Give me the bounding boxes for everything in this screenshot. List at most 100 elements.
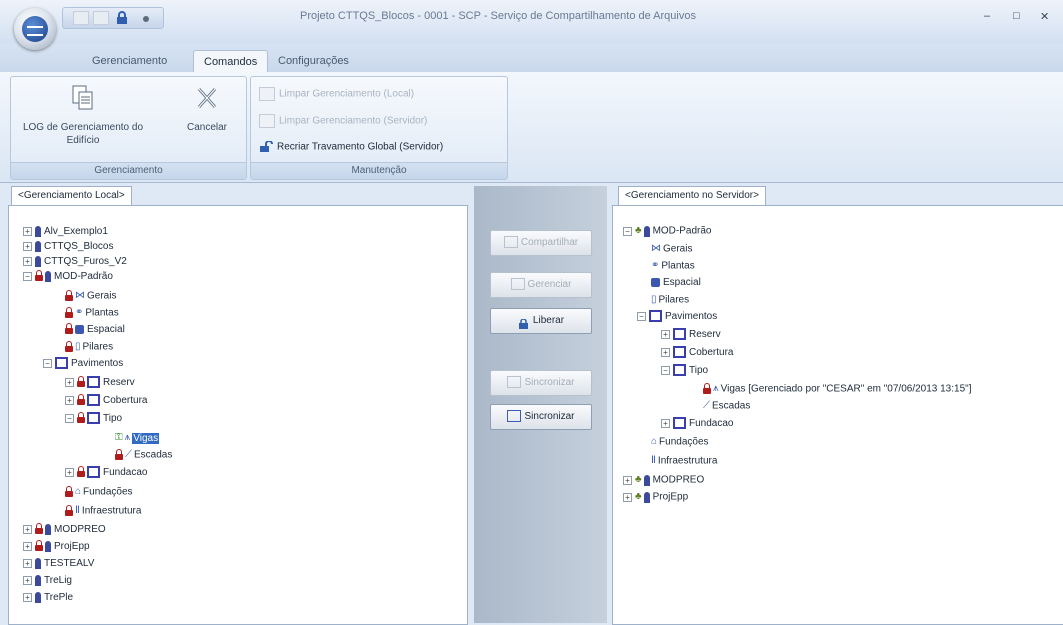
tree-item[interactable]: ⌂ Fundações bbox=[65, 485, 133, 499]
lock-icon bbox=[65, 306, 73, 318]
floor-icon bbox=[87, 394, 100, 407]
tree-item[interactable]: Espacial bbox=[651, 276, 701, 290]
tree-item[interactable]: ▯ Pilares bbox=[651, 293, 689, 307]
project-icon bbox=[643, 474, 650, 486]
limpar-local-button[interactable]: Limpar Gerenciamento (Local) bbox=[259, 87, 414, 101]
sincronizar-disabled-button[interactable]: Sincronizar bbox=[490, 370, 592, 396]
tab-gerenciamento[interactable]: Gerenciamento bbox=[82, 50, 177, 72]
sincronizar-button[interactable]: Sincronizar bbox=[490, 404, 592, 430]
share-icon bbox=[503, 236, 518, 249]
floor-icon bbox=[673, 364, 686, 377]
pavimentos-icon bbox=[649, 310, 662, 323]
infraestrutura-icon: Ⅱ bbox=[75, 505, 80, 516]
lock-icon bbox=[65, 504, 73, 516]
lock-icon bbox=[65, 485, 73, 497]
tree-item[interactable]: − ♣ MOD-Padrão bbox=[623, 224, 711, 238]
lock-icon[interactable] bbox=[115, 11, 129, 24]
lock-icon bbox=[65, 289, 73, 301]
tree-item[interactable]: ⋈ Gerais bbox=[651, 242, 692, 256]
unlock-icon bbox=[518, 315, 530, 330]
tree-item[interactable]: ⌂ Fundações bbox=[651, 435, 709, 449]
tree-item[interactable]: + Fundacao bbox=[65, 465, 147, 480]
clear-server-icon bbox=[259, 114, 275, 128]
tree-item[interactable]: + ♣ MODPREO bbox=[623, 473, 704, 487]
tab-comandos[interactable]: Comandos bbox=[193, 50, 269, 73]
limpar-servidor-button[interactable]: Limpar Gerenciamento (Servidor) bbox=[259, 114, 427, 128]
tree-item[interactable]: + Cobertura bbox=[65, 393, 147, 408]
application-menu-button[interactable] bbox=[14, 8, 56, 50]
tab-configuracoes[interactable]: Configurações bbox=[268, 50, 359, 72]
close-button[interactable]: ✕ bbox=[1040, 10, 1049, 23]
tree-item[interactable]: − Tipo bbox=[65, 411, 122, 426]
sync-icon bbox=[507, 410, 522, 423]
server-lock-icon: ♣ bbox=[635, 491, 642, 502]
ribbon-tabs: Gerenciamento Comandos Configurações bbox=[0, 44, 1063, 73]
tree-item[interactable]: ⟋ Escadas bbox=[703, 399, 750, 413]
tree-item[interactable]: ⚭ Plantas bbox=[651, 259, 695, 273]
ribbon-panel: LOG de Gerenciamento do Edifício Cancela… bbox=[0, 72, 1063, 183]
project-icon bbox=[35, 557, 41, 569]
tree-item[interactable]: + ProjEpp bbox=[23, 539, 90, 554]
tree-item[interactable]: + TrePle bbox=[23, 591, 73, 605]
tab-gerenciamento-servidor[interactable]: <Gerenciamento no Servidor> bbox=[618, 186, 766, 205]
tree-item[interactable]: + Cobertura bbox=[661, 346, 733, 360]
tree-item[interactable]: + Reserv bbox=[65, 375, 135, 390]
tree-item[interactable]: − MOD-Padrão bbox=[23, 269, 113, 284]
tree-item[interactable]: + CTTQS_Furos_V2 bbox=[23, 255, 127, 269]
maximize-button[interactable]: □ bbox=[1013, 10, 1020, 22]
floor-icon bbox=[673, 417, 686, 430]
pilares-icon: ▯ bbox=[75, 341, 81, 352]
tree-item[interactable]: ⩚ Vigas [Gerenciado por "CESAR" em "07/06… bbox=[703, 382, 971, 396]
tree-item[interactable]: + MODPREO bbox=[23, 522, 106, 537]
liberar-button[interactable]: Liberar bbox=[490, 308, 592, 334]
project-icon bbox=[35, 255, 41, 267]
tree-item[interactable]: ⟋ Escadas bbox=[115, 448, 172, 462]
tree-item[interactable]: + TreLig bbox=[23, 574, 72, 588]
tree-item[interactable]: + TESTEALV bbox=[23, 557, 94, 571]
tree-item[interactable]: − Pavimentos bbox=[43, 357, 123, 371]
tree-item[interactable]: ⚿ ⩚ Vigas bbox=[115, 431, 160, 445]
server-lock-icon: ♣ bbox=[635, 474, 642, 485]
lock-icon bbox=[115, 448, 123, 460]
cancel-button-label: Cancelar bbox=[186, 122, 228, 133]
fundacoes-icon: ⌂ bbox=[651, 436, 658, 447]
tree-item[interactable]: + Reserv bbox=[661, 328, 721, 342]
gerais-icon: ⋈ bbox=[75, 290, 85, 301]
cancelar-button[interactable]: Cancelar bbox=[179, 85, 235, 134]
recriar-travamento-button[interactable]: Recriar Travamento Global (Servidor) bbox=[259, 140, 444, 153]
tree-item[interactable]: + Fundacao bbox=[661, 417, 733, 431]
tree-item[interactable]: ▯ Pilares bbox=[65, 340, 113, 354]
tab-gerenciamento-local[interactable]: <Gerenciamento Local> bbox=[11, 186, 132, 205]
group-manutencao: Limpar Gerenciamento (Local) Limpar Gere… bbox=[250, 76, 508, 180]
lock-icon bbox=[77, 393, 85, 405]
tree-item[interactable]: + Alv_Exemplo1 bbox=[23, 225, 108, 239]
compartilhar-button[interactable]: Compartilhar bbox=[490, 230, 592, 256]
log-gerenciamento-button[interactable]: LOG de Gerenciamento do Edifício bbox=[19, 85, 147, 147]
unlock-icon bbox=[259, 140, 273, 153]
server-lock-icon: ♣ bbox=[635, 225, 642, 236]
gerenciar-button[interactable]: Gerenciar bbox=[490, 272, 592, 298]
limpar-servidor-label: Limpar Gerenciamento (Servidor) bbox=[279, 115, 428, 127]
tree-item[interactable]: Ⅱ Infraestrutura bbox=[651, 454, 717, 468]
undo-icon[interactable] bbox=[73, 11, 89, 25]
tree-item[interactable]: Espacial bbox=[65, 322, 125, 337]
tree-item[interactable]: + ♣ ProjEpp bbox=[623, 490, 688, 504]
project-icon bbox=[35, 574, 41, 586]
tree-gerenciamento-local: + Alv_Exemplo1 + CTTQS_Blocos + CTTQS_Furos… bbox=[8, 205, 468, 625]
minimize-button[interactable]: – bbox=[984, 10, 990, 22]
tree-item[interactable]: ⋈ Gerais bbox=[65, 289, 116, 303]
lock-icon bbox=[77, 465, 85, 477]
tree-item[interactable]: + CTTQS_Blocos bbox=[23, 240, 113, 254]
fundacoes-icon: ⌂ bbox=[75, 486, 82, 497]
project-icon bbox=[643, 491, 650, 503]
tree-item[interactable]: − Pavimentos bbox=[637, 310, 717, 324]
customize-toolbar-icon[interactable] bbox=[143, 16, 149, 22]
group-label-manutencao: Manutenção bbox=[251, 162, 507, 179]
tree-item[interactable]: − Tipo bbox=[661, 364, 708, 378]
plantas-icon: ⚭ bbox=[651, 260, 660, 271]
tree-item[interactable]: ⚭ Plantas bbox=[65, 306, 119, 320]
tree-item[interactable]: Ⅱ Infraestrutura bbox=[65, 504, 141, 518]
recriar-label: Recriar Travamento Global (Servidor) bbox=[277, 141, 444, 153]
redo-icon[interactable] bbox=[93, 11, 109, 25]
window-title: Projeto CTTQS_Blocos - 0001 - SCP - Serv… bbox=[300, 10, 696, 22]
